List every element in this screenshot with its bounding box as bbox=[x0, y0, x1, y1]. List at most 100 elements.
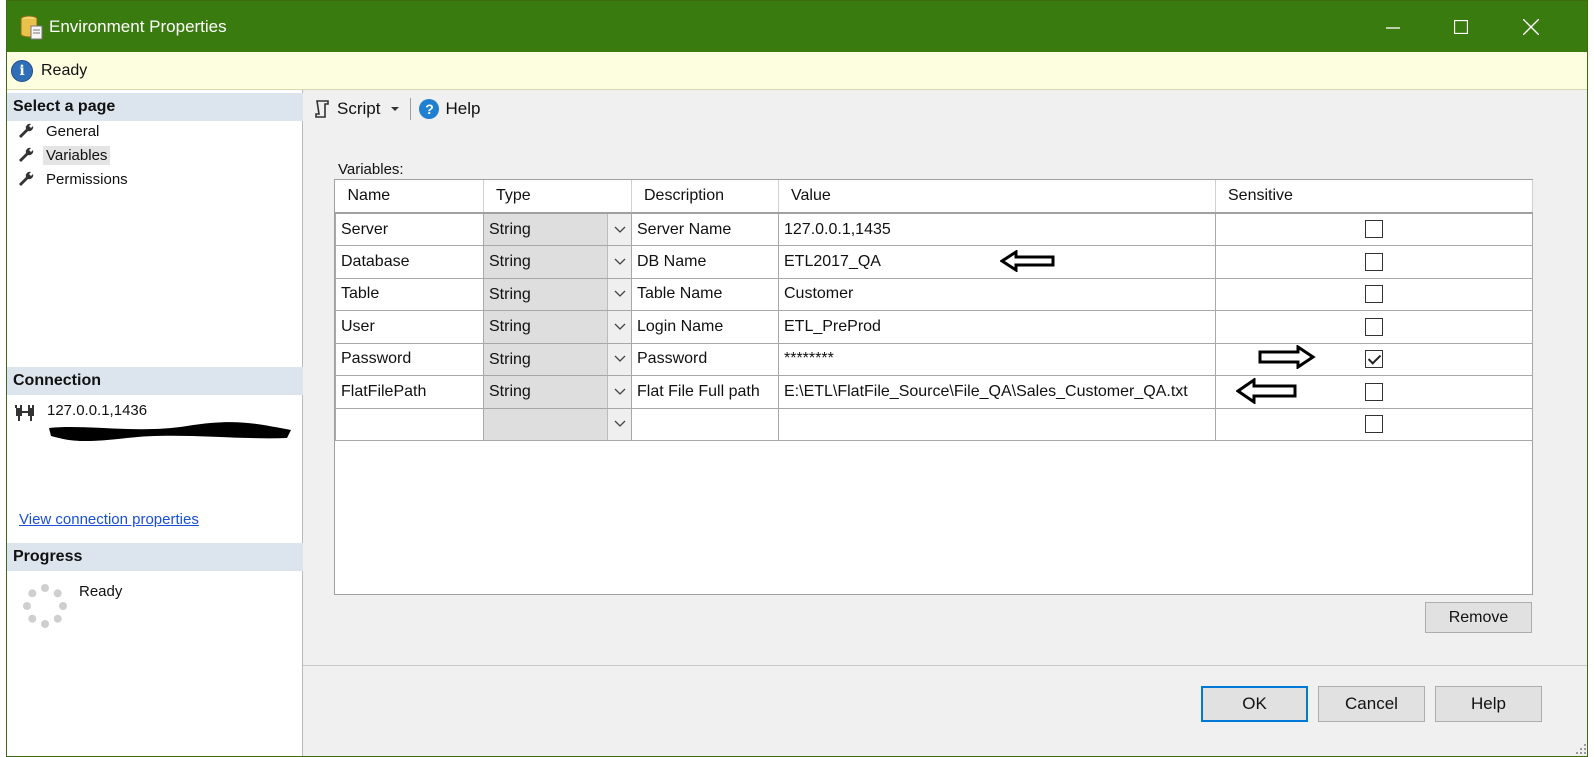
chevron-down-icon[interactable] bbox=[607, 278, 631, 310]
variable-name-cell[interactable]: User bbox=[335, 310, 484, 344]
environment-properties-window: Environment Properties i Ready Select a … bbox=[6, 0, 1588, 757]
close-icon bbox=[1523, 18, 1539, 35]
script-button[interactable]: Script bbox=[313, 99, 402, 119]
sidebar-item-general[interactable]: General bbox=[17, 120, 102, 142]
variable-value-cell[interactable]: ETL2017_QA bbox=[778, 245, 1216, 279]
variable-name-cell[interactable]: Database bbox=[335, 245, 484, 279]
progress-header: Progress bbox=[7, 543, 303, 571]
table-row[interactable]: User String Login Name ETL_PreProd bbox=[335, 310, 1533, 344]
variable-type-dropdown[interactable]: String bbox=[483, 375, 632, 409]
sensitive-checkbox[interactable] bbox=[1365, 382, 1383, 401]
minimize-button[interactable] bbox=[1359, 1, 1427, 52]
help-button[interactable]: Help bbox=[1435, 686, 1542, 722]
toolbar-separator bbox=[410, 98, 412, 120]
sensitive-checkbox[interactable] bbox=[1365, 415, 1383, 434]
connection-server: 127.0.0.1,1436 bbox=[47, 402, 148, 419]
column-header-description[interactable]: Description bbox=[631, 180, 779, 214]
column-header-name[interactable]: Name bbox=[335, 180, 484, 214]
toolbar: Script ? Help bbox=[307, 90, 1587, 128]
chevron-down-icon[interactable] bbox=[607, 246, 631, 278]
variable-description-cell[interactable]: Password bbox=[631, 342, 779, 376]
grid-header-row: Name Type Description Value Sensitive bbox=[335, 180, 1533, 214]
resize-grip-icon[interactable] bbox=[1573, 741, 1587, 755]
table-row[interactable]: FlatFilePath String Flat File Full path E:\… bbox=[335, 375, 1533, 409]
connection-plug-icon bbox=[15, 405, 34, 421]
ok-button[interactable]: OK bbox=[1201, 686, 1308, 722]
right-arrow-annotation-icon bbox=[1258, 345, 1316, 369]
sensitive-checkbox[interactable] bbox=[1365, 285, 1383, 304]
variable-description-cell[interactable]: Login Name bbox=[631, 310, 779, 344]
column-header-value[interactable]: Value bbox=[778, 180, 1216, 214]
view-connection-properties-link[interactable]: View connection properties bbox=[19, 511, 199, 528]
sensitive-checkbox[interactable] bbox=[1365, 252, 1383, 271]
variable-sensitive-cell bbox=[1215, 310, 1533, 344]
maximize-button[interactable] bbox=[1427, 1, 1495, 52]
wrench-icon bbox=[19, 171, 34, 186]
variable-description-cell[interactable] bbox=[631, 407, 779, 441]
variable-value-cell[interactable]: Customer bbox=[778, 277, 1216, 311]
table-row[interactable]: Database String DB Name ETL2017_QA bbox=[335, 245, 1533, 279]
column-header-sensitive[interactable]: Sensitive bbox=[1215, 180, 1533, 214]
table-row[interactable] bbox=[335, 407, 1533, 441]
cancel-button[interactable]: Cancel bbox=[1318, 686, 1425, 722]
variable-sensitive-cell bbox=[1215, 212, 1533, 246]
dropdown-arrow-icon bbox=[391, 107, 400, 111]
redaction-scribble bbox=[49, 422, 291, 442]
chevron-down-icon[interactable] bbox=[607, 311, 631, 343]
status-text: Ready bbox=[41, 61, 88, 79]
variable-description-cell[interactable]: Table Name bbox=[631, 277, 779, 311]
remove-button[interactable]: Remove bbox=[1425, 602, 1532, 633]
variable-value-cell[interactable]: 127.0.0.1,1435 bbox=[778, 212, 1216, 246]
sidebar-item-variables[interactable]: Variables bbox=[17, 144, 111, 166]
variables-grid[interactable]: Name Type Description Value Sensitive Se… bbox=[334, 179, 1533, 595]
window-title: Environment Properties bbox=[49, 16, 227, 36]
left-arrow-annotation-icon bbox=[1000, 250, 1055, 272]
status-bar: i Ready bbox=[7, 52, 1587, 90]
variable-value-cell[interactable]: ******** bbox=[778, 342, 1216, 376]
connection-info: 127.0.0.1,1436 bbox=[15, 402, 147, 422]
variable-value-cell[interactable]: ETL_PreProd bbox=[778, 310, 1216, 344]
variable-type-dropdown[interactable]: String bbox=[483, 342, 632, 376]
sensitive-checkbox[interactable] bbox=[1365, 220, 1383, 239]
variable-description-cell[interactable]: Server Name bbox=[631, 212, 779, 246]
variable-type-dropdown[interactable]: String bbox=[483, 310, 632, 344]
help-icon: ? bbox=[419, 99, 440, 119]
variable-type-dropdown[interactable]: String bbox=[483, 212, 632, 246]
table-row[interactable]: Server String Server Name 127.0.0.1,1435 bbox=[335, 212, 1533, 246]
variable-type-dropdown[interactable] bbox=[483, 407, 632, 441]
help-toolbar-button[interactable]: ? Help bbox=[419, 99, 480, 119]
chevron-down-icon[interactable] bbox=[607, 214, 631, 245]
chevron-down-icon[interactable] bbox=[607, 408, 631, 440]
left-pane: Select a page General Variables Permissi… bbox=[7, 90, 303, 756]
chevron-down-icon[interactable] bbox=[607, 343, 631, 375]
sidebar-item-label: Permissions bbox=[46, 170, 128, 188]
variable-value-cell[interactable] bbox=[778, 407, 1216, 441]
sidebar-item-permissions[interactable]: Permissions bbox=[17, 168, 131, 190]
wrench-icon bbox=[19, 147, 34, 162]
sensitive-checkbox[interactable] bbox=[1365, 350, 1383, 369]
variables-label: Variables: bbox=[338, 161, 404, 178]
variable-name-cell[interactable]: Password bbox=[335, 342, 484, 376]
chevron-down-icon[interactable] bbox=[607, 376, 631, 408]
close-button[interactable] bbox=[1497, 1, 1565, 52]
table-row[interactable]: Table String Table Name Customer bbox=[335, 277, 1533, 311]
table-row[interactable]: Password String Password ******** bbox=[335, 342, 1533, 376]
maximize-icon bbox=[1454, 19, 1468, 34]
connection-header: Connection bbox=[7, 367, 303, 395]
variable-name-cell[interactable]: Server bbox=[335, 212, 484, 246]
progress-status: Ready bbox=[79, 583, 123, 600]
variable-name-cell[interactable]: FlatFilePath bbox=[335, 375, 484, 409]
minimize-icon bbox=[1386, 26, 1400, 29]
variable-value-cell[interactable]: E:\ETL\FlatFile_Source\File_QA\Sales_Cus… bbox=[778, 375, 1216, 409]
title-bar[interactable]: Environment Properties bbox=[7, 1, 1587, 52]
sensitive-checkbox[interactable] bbox=[1365, 317, 1383, 336]
variable-description-cell[interactable]: DB Name bbox=[631, 245, 779, 279]
variable-name-cell[interactable]: Table bbox=[335, 277, 484, 311]
variable-type-dropdown[interactable]: String bbox=[483, 245, 632, 279]
variable-type-dropdown[interactable]: String bbox=[483, 277, 632, 311]
variable-name-cell[interactable] bbox=[335, 407, 484, 441]
column-header-type[interactable]: Type bbox=[483, 180, 632, 214]
variable-sensitive-cell bbox=[1215, 277, 1533, 311]
variable-description-cell[interactable]: Flat File Full path bbox=[631, 375, 779, 409]
sidebar-item-label: General bbox=[46, 122, 100, 140]
